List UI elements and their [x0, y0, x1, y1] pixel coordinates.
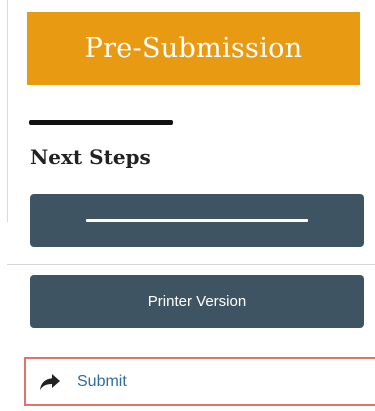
section-divider — [7, 264, 375, 265]
redacted-label-bar — [86, 219, 308, 222]
share-arrow-icon — [39, 372, 63, 392]
submit-label[interactable]: Submit — [77, 373, 127, 391]
section-heading-bar — [29, 120, 173, 125]
submit-activity[interactable]: Submit — [24, 357, 375, 406]
state-label: Pre-Submission — [84, 33, 303, 64]
state-banner: Pre-Submission — [27, 12, 360, 85]
next-step-button[interactable] — [30, 194, 364, 247]
next-steps-heading: Next Steps — [30, 145, 151, 169]
printer-version-label: Printer Version — [147, 293, 247, 310]
workspace-sidebar: Pre-Submission Next Steps Printer Versio… — [0, 0, 375, 411]
left-border — [7, 0, 8, 222]
printer-version-button[interactable]: Printer Version — [30, 275, 364, 328]
